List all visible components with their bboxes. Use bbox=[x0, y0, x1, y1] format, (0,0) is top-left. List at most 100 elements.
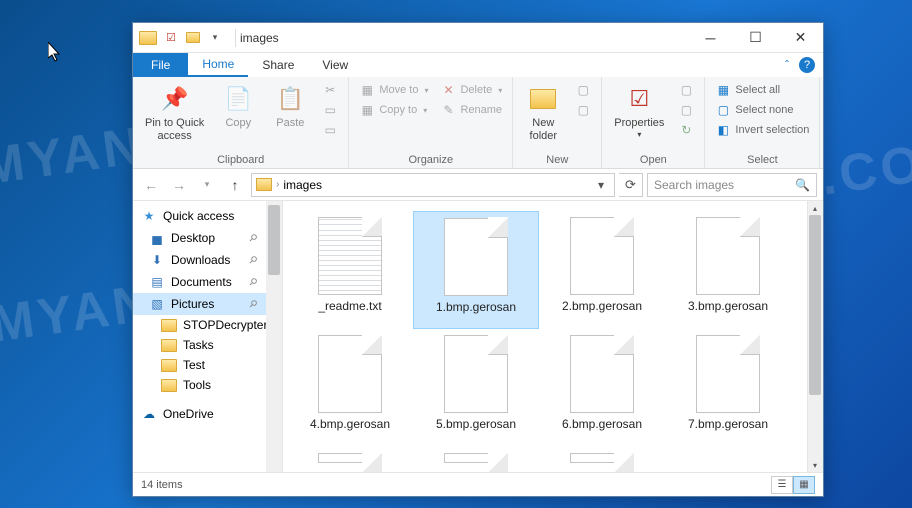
search-placeholder: Search images bbox=[654, 178, 734, 192]
file-name: 6.bmp.gerosan bbox=[562, 417, 642, 431]
delete-button[interactable]: ✕Delete▾ bbox=[436, 81, 506, 99]
up-button[interactable]: ↑ bbox=[223, 173, 247, 197]
breadcrumb-sep: › bbox=[276, 179, 279, 190]
collapse-ribbon-icon[interactable]: ˆ bbox=[779, 53, 795, 77]
move-to-button[interactable]: ▦Move to▾ bbox=[355, 81, 432, 99]
tab-share[interactable]: Share bbox=[248, 53, 308, 77]
file-item[interactable] bbox=[287, 447, 413, 472]
file-list[interactable]: _readme.txt1.bmp.gerosan 2.bmp.gerosan 3.b… bbox=[283, 201, 823, 472]
tab-home[interactable]: Home bbox=[188, 53, 248, 77]
clipboard-extra: ✂ ▭ ▭ bbox=[318, 81, 342, 139]
sidebar-tools[interactable]: Tools bbox=[133, 375, 282, 395]
group-new: New folder ▢ ▢ New bbox=[513, 77, 602, 168]
back-button[interactable]: ← bbox=[139, 173, 163, 197]
sidebar-desktop[interactable]: ▅Desktop⚲ bbox=[133, 227, 282, 249]
sidebar-scrollbar[interactable] bbox=[266, 201, 282, 472]
tab-file[interactable]: File bbox=[133, 53, 188, 77]
file-item[interactable] bbox=[539, 447, 665, 472]
forward-button[interactable]: → bbox=[167, 173, 191, 197]
scrollbar-thumb[interactable] bbox=[268, 205, 280, 275]
pin-icon: ⚲ bbox=[246, 254, 259, 267]
maximize-button[interactable]: ☐ bbox=[733, 23, 778, 53]
copyto-icon: ▦ bbox=[359, 102, 375, 118]
search-box[interactable]: Search images 🔍 bbox=[647, 173, 817, 197]
cut-button[interactable]: ✂ bbox=[318, 81, 342, 99]
rename-button[interactable]: ✎Rename bbox=[436, 101, 506, 119]
sidebar-documents[interactable]: ▤Documents⚲ bbox=[133, 271, 282, 293]
new-folder-icon bbox=[527, 83, 559, 115]
sidebar-test[interactable]: Test bbox=[133, 355, 282, 375]
content-scrollbar[interactable]: ▴ ▾ bbox=[807, 201, 823, 472]
file-item[interactable]: 1.bmp.gerosan bbox=[413, 211, 539, 329]
group-organize: ▦Move to▾ ▦Copy to▾ ✕Delete▾ ✎Rename Org… bbox=[349, 77, 513, 168]
minimize-button[interactable]: ─ bbox=[688, 23, 733, 53]
file-name: 3.bmp.gerosan bbox=[688, 299, 768, 313]
file-thumbnail bbox=[570, 335, 634, 413]
qat-properties-icon[interactable]: ☑ bbox=[163, 30, 179, 46]
sidebar-onedrive[interactable]: ☁OneDrive bbox=[133, 403, 282, 425]
help-icon[interactable]: ? bbox=[799, 57, 815, 73]
paste-shortcut-button[interactable]: ▭ bbox=[318, 121, 342, 139]
refresh-button[interactable]: ⟳ bbox=[619, 173, 643, 197]
easyaccess-icon: ▢ bbox=[575, 102, 591, 118]
easy-access-button[interactable]: ▢ bbox=[571, 101, 595, 119]
file-item[interactable]: 5.bmp.gerosan bbox=[413, 329, 539, 447]
new-item-button[interactable]: ▢ bbox=[571, 81, 595, 99]
file-thumbnail bbox=[696, 217, 760, 295]
sidebar-downloads[interactable]: ⬇Downloads⚲ bbox=[133, 249, 282, 271]
file-item[interactable] bbox=[413, 447, 539, 472]
file-thumbnail bbox=[444, 218, 508, 296]
sidebar-tasks[interactable]: Tasks bbox=[133, 335, 282, 355]
scrollbar-thumb[interactable] bbox=[809, 215, 821, 395]
file-item[interactable]: 6.bmp.gerosan bbox=[539, 329, 665, 447]
recent-dropdown[interactable]: ▾ bbox=[195, 173, 219, 197]
scroll-up-icon[interactable]: ▴ bbox=[807, 201, 823, 215]
star-icon: ★ bbox=[141, 208, 157, 224]
delete-icon: ✕ bbox=[440, 82, 456, 98]
sidebar-quick-access[interactable]: ★Quick access bbox=[133, 205, 282, 227]
folder-icon bbox=[139, 31, 157, 45]
file-item[interactable]: 4.bmp.gerosan bbox=[287, 329, 413, 447]
onedrive-icon: ☁ bbox=[141, 406, 157, 422]
select-all-button[interactable]: ▦Select all bbox=[711, 81, 813, 99]
history-button[interactable]: ↻ bbox=[674, 121, 698, 139]
titlebar[interactable]: ☑ ▾ images ─ ☐ ✕ bbox=[133, 23, 823, 53]
breadcrumb[interactable]: images bbox=[283, 178, 322, 192]
copy-path-button[interactable]: ▭ bbox=[318, 101, 342, 119]
folder-icon bbox=[256, 178, 272, 191]
view-large-icons-button[interactable]: ▦ bbox=[793, 476, 815, 494]
scroll-down-icon[interactable]: ▾ bbox=[807, 458, 823, 472]
paste-button[interactable]: 📋 Paste bbox=[266, 81, 314, 132]
file-thumbnail bbox=[318, 217, 382, 295]
file-item[interactable]: 7.bmp.gerosan bbox=[665, 329, 791, 447]
qat-newfolder-icon[interactable] bbox=[185, 30, 201, 46]
rename-icon: ✎ bbox=[440, 102, 456, 118]
file-item[interactable]: _readme.txt bbox=[287, 211, 413, 329]
tab-view[interactable]: View bbox=[308, 53, 362, 77]
qat-dropdown-icon[interactable]: ▾ bbox=[207, 30, 223, 46]
copy-button[interactable]: 📄 Copy bbox=[214, 81, 262, 132]
new-folder-button[interactable]: New folder bbox=[519, 81, 567, 145]
window-title: images bbox=[240, 31, 279, 45]
file-item[interactable]: 2.bmp.gerosan bbox=[539, 211, 665, 329]
folder-icon bbox=[161, 379, 177, 392]
documents-icon: ▤ bbox=[149, 274, 165, 290]
view-details-button[interactable]: ☰ bbox=[771, 476, 793, 494]
copy-to-button[interactable]: ▦Copy to▾ bbox=[355, 101, 432, 119]
invert-selection-button[interactable]: ◧Invert selection bbox=[711, 121, 813, 139]
address-bar[interactable]: › images ▾ bbox=[251, 173, 615, 197]
address-dropdown-icon[interactable]: ▾ bbox=[592, 178, 610, 192]
properties-button[interactable]: ☑ Properties ▾ bbox=[608, 81, 670, 142]
file-name: 2.bmp.gerosan bbox=[562, 299, 642, 313]
pin-to-quick-access-button[interactable]: 📌 Pin to Quick access bbox=[139, 81, 210, 145]
edit-button[interactable]: ▢ bbox=[674, 101, 698, 119]
file-item[interactable]: 3.bmp.gerosan bbox=[665, 211, 791, 329]
quick-access-toolbar: ☑ ▾ bbox=[163, 30, 223, 46]
close-button[interactable]: ✕ bbox=[778, 23, 823, 53]
ribbon-tabs: File Home Share View ˆ ? bbox=[133, 53, 823, 77]
select-none-button[interactable]: ▢Select none bbox=[711, 101, 813, 119]
open-button[interactable]: ▢ bbox=[674, 81, 698, 99]
scissors-icon: ✂ bbox=[322, 82, 338, 98]
sidebar-stopdecrypter[interactable]: STOPDecrypter bbox=[133, 315, 282, 335]
sidebar-pictures[interactable]: ▧Pictures⚲ bbox=[133, 293, 282, 315]
